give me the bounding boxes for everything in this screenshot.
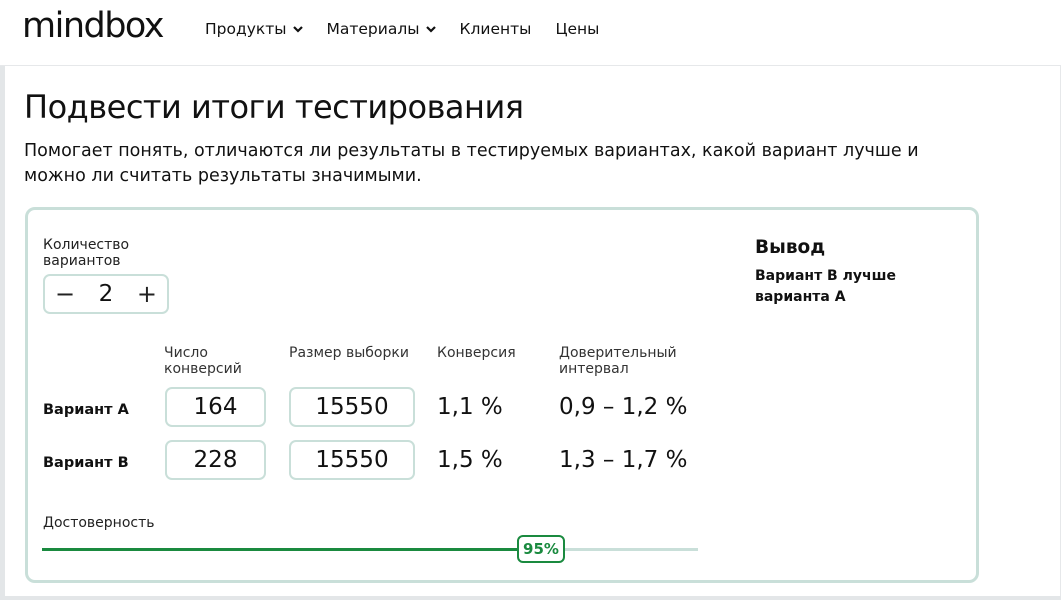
page-frame-left [0, 66, 5, 600]
confidence-slider-track-filled[interactable] [42, 548, 518, 551]
confidence-slider-track[interactable] [564, 548, 698, 551]
main-nav: Продукты Материалы Клиенты Цены [205, 20, 623, 38]
plus-icon[interactable]: + [135, 282, 159, 306]
nav-item-label: Продукты [205, 20, 287, 38]
variants-count-stepper: − 2 + [43, 274, 169, 314]
variant-a-label: Вариант A [43, 402, 129, 418]
nav-item-products[interactable]: Продукты [205, 20, 303, 38]
confidence-slider-thumb[interactable]: 95% [517, 535, 565, 563]
variant-b-conversion-rate: 1,5 % [437, 447, 503, 473]
mindbox-logo[interactable]: mindbox [22, 6, 164, 46]
nav-item-label: Клиенты [459, 20, 532, 38]
result-title: Вывод [755, 237, 826, 258]
nav-item-label: Цены [555, 20, 600, 38]
confidence-label: Достоверность [43, 515, 155, 531]
chevron-down-icon [292, 26, 303, 33]
variant-a-conversions-input[interactable] [165, 387, 266, 427]
column-header-conversions: Число конверсий [164, 345, 242, 377]
column-header-conversion: Конверсия [437, 345, 516, 361]
variant-b-conversions-input[interactable] [165, 440, 266, 480]
site-header: mindbox Продукты Материалы Клиенты Цены [0, 0, 1061, 66]
variants-count-label: Количество вариантов [43, 237, 130, 269]
nav-item-clients[interactable]: Клиенты [460, 20, 532, 38]
result-text: Вариант B лучше варианта A [755, 268, 896, 305]
variant-b-confidence-interval: 1,3 – 1,7 % [559, 447, 688, 473]
variants-count-value: 2 [98, 281, 114, 307]
nav-item-prices[interactable]: Цены [555, 20, 599, 38]
ab-test-calculator: Количество вариантов − 2 + Число конверс… [25, 207, 979, 583]
nav-item-materials[interactable]: Материалы [327, 20, 436, 38]
variant-a-confidence-interval: 0,9 – 1,2 % [559, 394, 688, 420]
variant-b-sample-input[interactable] [289, 440, 415, 480]
column-header-sample-size: Размер выборки [289, 345, 409, 361]
page-description: Помогает понять, отличаются ли результат… [24, 141, 919, 186]
variant-b-label: Вариант B [43, 455, 129, 471]
nav-item-label: Материалы [326, 20, 420, 38]
column-header-confidence-interval: Доверительный интервал [559, 345, 677, 377]
page-title: Подвести итоги тестирования [24, 88, 524, 126]
chevron-down-icon [425, 26, 436, 33]
minus-icon[interactable]: − [53, 282, 77, 306]
variant-a-conversion-rate: 1,1 % [437, 394, 503, 420]
page-frame-bottom [0, 596, 1061, 600]
variant-a-sample-input[interactable] [289, 387, 415, 427]
